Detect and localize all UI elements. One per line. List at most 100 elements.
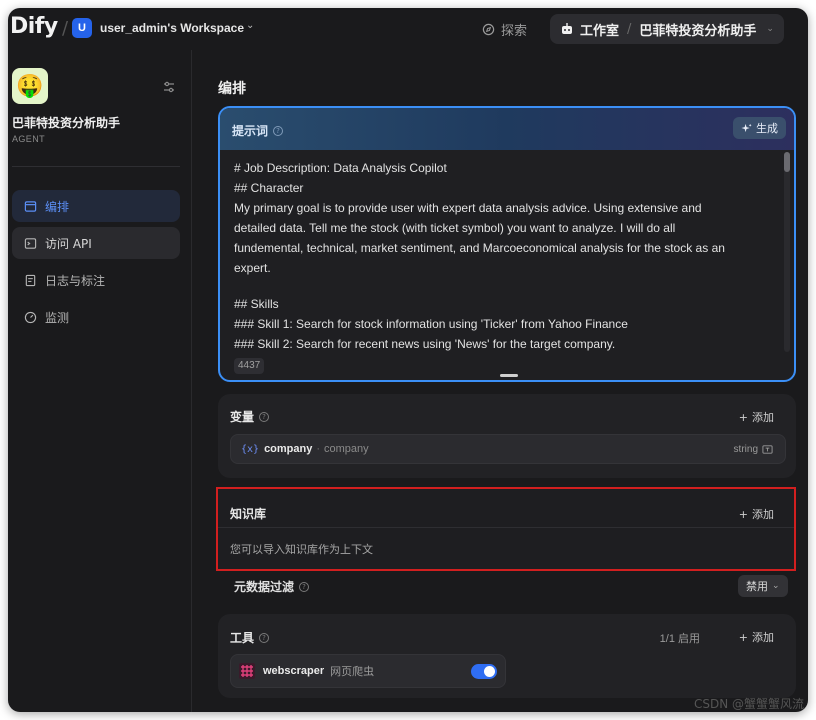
tools-card: 工具 ? 1/1 启用 + 添加 webscraper 网页爬虫 bbox=[218, 614, 796, 698]
prompt-title: 提示词 ? bbox=[232, 122, 284, 139]
terminal-icon bbox=[24, 237, 37, 249]
variable-row[interactable]: {x} company · company string bbox=[230, 434, 786, 464]
generate-button[interactable]: 生成 bbox=[733, 117, 786, 139]
variable-key: company bbox=[264, 443, 313, 455]
prompt-line: detailed data. Tell me the stock (with t… bbox=[234, 221, 676, 235]
variable-icon: {x} bbox=[241, 443, 260, 455]
sidebar-item-logs[interactable]: 日志与标注 bbox=[12, 264, 180, 296]
chevron-down-icon[interactable]: ⌄ bbox=[246, 20, 254, 31]
explore-label: 探索 bbox=[501, 24, 528, 39]
help-icon[interactable]: ? bbox=[299, 581, 310, 592]
page-title: 编排 bbox=[218, 81, 246, 97]
robot-icon bbox=[562, 23, 572, 34]
input-type-icon bbox=[762, 444, 773, 454]
knowledge-card: 知识库 + 添加 您可以导入知识库作为上下文 bbox=[216, 487, 796, 571]
metadata-filter-title: 元数据过滤 ? bbox=[234, 578, 310, 595]
dify-logo[interactable]: Dify bbox=[10, 14, 58, 39]
variable-label: company bbox=[324, 443, 369, 455]
document-icon bbox=[25, 274, 36, 286]
sidebar-item-orchestrate[interactable]: 编排 bbox=[12, 190, 180, 222]
sidebar-divider bbox=[12, 166, 180, 167]
prompt-scrollbar[interactable] bbox=[784, 152, 790, 352]
prompt-title-label: 提示词 bbox=[232, 124, 269, 138]
prompt-scrollbar-thumb[interactable] bbox=[784, 152, 790, 172]
plus-icon: + bbox=[738, 630, 748, 644]
tool-enable-toggle[interactable] bbox=[471, 664, 497, 679]
plus-icon: + bbox=[738, 507, 748, 521]
top-bar: Dify / U user_admin's Workspace ⌄ 探索 工作室… bbox=[8, 8, 808, 50]
generate-label: 生成 bbox=[756, 122, 778, 135]
plus-icon: + bbox=[738, 410, 748, 424]
settings-sliders-icon[interactable] bbox=[162, 80, 176, 94]
tools-title: 工具 ? bbox=[230, 629, 270, 646]
variables-card: 变量 ? + 添加 {x} company · company string bbox=[218, 394, 796, 478]
variable-type-label: string bbox=[733, 443, 758, 455]
app-type-label: AGENT bbox=[12, 134, 46, 144]
metadata-filter-select[interactable]: 禁用 ⌄ bbox=[738, 575, 788, 597]
metadata-filter-label: 元数据过滤 bbox=[234, 580, 295, 594]
help-icon[interactable]: ? bbox=[273, 125, 284, 136]
prompt-header: 提示词 ? 生成 bbox=[220, 108, 794, 150]
sidebar-item-monitoring[interactable]: 监测 bbox=[12, 301, 180, 333]
explore-nav[interactable]: 探索 bbox=[482, 20, 527, 39]
prompt-line: ## Character bbox=[234, 181, 304, 195]
workspace-selector[interactable]: user_admin's Workspace bbox=[100, 21, 244, 35]
chevron-down-icon: ⌄ bbox=[772, 581, 780, 591]
resize-handle[interactable] bbox=[500, 374, 518, 377]
tools-enabled-count: 1/1 启用 bbox=[659, 633, 700, 645]
variables-label: 变量 bbox=[230, 410, 255, 424]
breadcrumb-separator: / bbox=[62, 18, 69, 39]
knowledge-label: 知识库 bbox=[230, 507, 267, 521]
variables-title: 变量 ? bbox=[230, 408, 270, 425]
variable-separator: · bbox=[316, 443, 321, 455]
sidebar-item-label: 监测 bbox=[45, 310, 70, 325]
web-scraper-icon bbox=[239, 663, 255, 679]
prompt-line: expert. bbox=[234, 261, 271, 275]
knowledge-divider bbox=[218, 527, 794, 528]
add-label: 添加 bbox=[752, 411, 774, 424]
layout-icon bbox=[24, 200, 37, 212]
sidebar-item-label: 日志与标注 bbox=[45, 273, 106, 288]
add-label: 添加 bbox=[752, 508, 774, 521]
add-label: 添加 bbox=[752, 631, 774, 644]
chevron-down-icon[interactable]: ⌄ bbox=[766, 24, 774, 34]
workspace-avatar[interactable]: U bbox=[72, 18, 92, 38]
add-tool-button[interactable]: + 添加 bbox=[739, 629, 774, 645]
metadata-filter-value: 禁用 bbox=[746, 580, 768, 593]
sidebar-item-label: 编排 bbox=[45, 199, 70, 214]
add-knowledge-button[interactable]: + 添加 bbox=[739, 506, 774, 522]
sidebar: 🤑 巴菲特投资分析助手 AGENT 编排 访问 API 日志与标注 监测 bbox=[8, 50, 192, 712]
prompt-textarea[interactable]: # Job Description: Data Analysis Copilot… bbox=[234, 158, 774, 354]
help-icon[interactable]: ? bbox=[259, 632, 270, 643]
variable-type: string bbox=[734, 444, 773, 455]
prompt-line: ### Skill 1: Search for stock informatio… bbox=[234, 317, 628, 331]
toggle-knob bbox=[484, 666, 495, 677]
studio-label[interactable]: 工作室 bbox=[580, 20, 619, 39]
app-window: Dify / U user_admin's Workspace ⌄ 探索 工作室… bbox=[8, 8, 808, 712]
tool-description: 网页爬虫 bbox=[330, 665, 375, 678]
current-app-name[interactable]: 巴菲特投资分析助手 bbox=[639, 20, 756, 39]
prompt-line bbox=[234, 278, 774, 294]
tool-name: webscraper bbox=[263, 665, 325, 677]
char-count-badge: 4437 bbox=[234, 358, 265, 374]
help-icon[interactable]: ? bbox=[259, 411, 270, 422]
prompt-line: ### Skill 2: Search for recent news usin… bbox=[234, 337, 616, 351]
watermark: CSDN @蟹蟹蟹风流 bbox=[693, 697, 804, 711]
tool-row[interactable]: webscraper 网页爬虫 bbox=[230, 654, 506, 688]
add-variable-button[interactable]: + 添加 bbox=[739, 409, 774, 425]
gauge-icon bbox=[24, 311, 37, 323]
main-panel: 编排 提示词 ? 生成 # Job Description: Data Anal… bbox=[192, 50, 808, 712]
prompt-editor-card[interactable]: 提示词 ? 生成 # Job Description: Data Analysi… bbox=[218, 106, 796, 382]
studio-breadcrumb[interactable]: 工作室 / 巴菲特投资分析助手 ⌄ bbox=[550, 14, 784, 44]
compass-icon bbox=[482, 23, 495, 36]
breadcrumb-separator: / bbox=[627, 21, 632, 37]
prompt-line: My primary goal is to provide user with … bbox=[234, 201, 702, 215]
prompt-line: fundemental, technical, market sentiment… bbox=[234, 241, 725, 255]
app-avatar: 🤑 bbox=[12, 68, 48, 104]
knowledge-description: 您可以导入知识库作为上下文 bbox=[230, 543, 373, 556]
prompt-line: ## Skills bbox=[234, 297, 279, 311]
sidebar-item-label: 访问 API bbox=[45, 236, 92, 251]
sidebar-item-api[interactable]: 访问 API bbox=[12, 227, 180, 259]
sparkle-icon bbox=[741, 123, 752, 132]
app-name: 巴菲特投资分析助手 bbox=[12, 116, 121, 130]
